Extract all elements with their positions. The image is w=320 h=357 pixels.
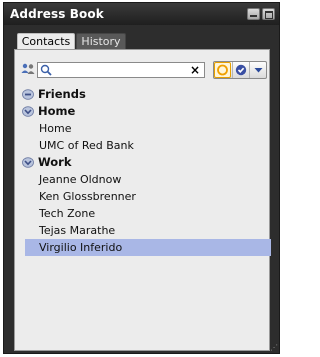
group-home[interactable]: Home — [22, 103, 267, 120]
contact-item[interactable]: Tech Zone — [22, 205, 267, 222]
group-work[interactable]: Work — [22, 154, 267, 171]
resize-grip-icon[interactable]: ⋰ — [270, 344, 278, 352]
contact-name: Ken Glossbrenner — [39, 190, 136, 203]
contact-name: Virgilio Inferido — [39, 241, 123, 254]
tab-contacts[interactable]: Contacts — [17, 33, 75, 50]
contact-item[interactable]: Jeanne Oldnow — [22, 171, 267, 188]
clear-search-button[interactable]: × — [189, 63, 201, 77]
contacts-tree: Friends Home Home UMC of Red Bank Work J… — [22, 86, 271, 256]
contact-name: Jeanne Oldnow — [39, 173, 122, 186]
contact-item[interactable]: Ken Glossbrenner — [22, 188, 267, 205]
search-icon — [40, 64, 52, 76]
group-label: Work — [38, 155, 72, 169]
contact-name: Home — [39, 122, 72, 135]
status-ring-button[interactable] — [214, 62, 231, 78]
title-bar[interactable]: Address Book — [4, 3, 279, 25]
contacts-people-icon[interactable] — [21, 63, 35, 75]
group-label: Friends — [38, 87, 86, 101]
status-button-group — [213, 61, 267, 79]
group-friends[interactable]: Friends — [22, 86, 267, 103]
contact-item-selected[interactable]: Virgilio Inferido — [25, 239, 271, 256]
contact-item[interactable]: Home — [22, 120, 267, 137]
contact-item[interactable]: UMC of Red Bank — [22, 137, 267, 154]
window-title: Address Book — [10, 7, 104, 21]
expanded-group-icon — [22, 157, 34, 168]
minimize-button[interactable] — [247, 8, 260, 20]
contacts-toolbar: × — [15, 50, 269, 88]
options-dropdown-button[interactable] — [249, 62, 266, 78]
status-ring-icon — [217, 64, 228, 76]
check-circle-icon — [235, 64, 247, 76]
group-label: Home — [38, 104, 76, 118]
expanded-group-icon — [22, 106, 34, 117]
contact-name: Tejas Marathe — [39, 224, 116, 237]
search-input[interactable] — [53, 63, 188, 77]
check-status-button[interactable] — [232, 62, 249, 78]
maximize-button[interactable] — [262, 8, 275, 20]
collapsed-group-icon — [22, 89, 34, 100]
contact-name: UMC of Red Bank — [39, 139, 134, 152]
chevron-down-icon — [254, 68, 263, 73]
tab-history[interactable]: History — [76, 33, 126, 50]
search-field[interactable]: × — [37, 62, 205, 78]
contact-item[interactable]: Tejas Marathe — [22, 222, 267, 239]
contact-name: Tech Zone — [39, 207, 96, 220]
address-book-window: Address Book Contacts History × Friends … — [3, 2, 280, 354]
contacts-panel: × Friends Home Home UMC of Red Bank Work… — [14, 49, 271, 351]
